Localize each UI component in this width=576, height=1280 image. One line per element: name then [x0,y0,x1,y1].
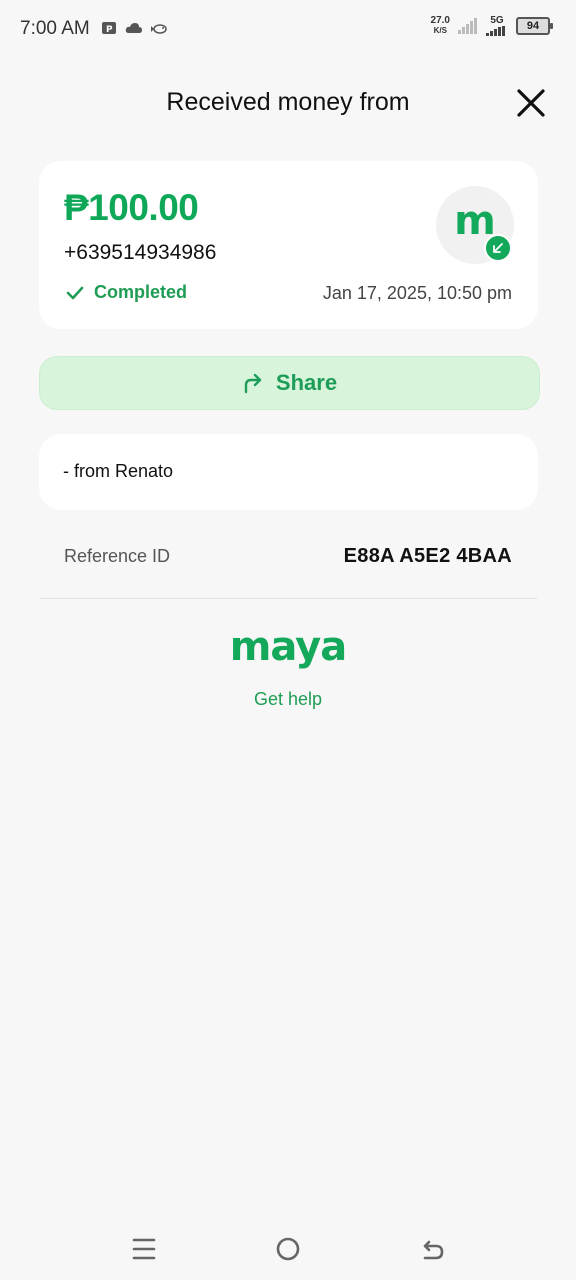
cloud-icon [125,23,142,33]
message-card: - from Renato [39,434,538,510]
signal-icon [458,18,477,34]
divider [40,598,537,599]
incoming-badge [484,234,512,262]
check-icon [66,286,84,299]
amount: ₱100.00 [64,187,199,228]
page-title: Received money from [166,88,410,116]
network-5g: 5G [486,16,508,36]
network-label: 5G [490,15,504,26]
reference-id-value: E88A A5E2 4BAA [343,545,512,567]
avatar-letter: m [454,198,496,244]
signal-5g-icon [486,26,505,36]
home-circle-icon [276,1237,300,1261]
transaction-datetime: Jan 17, 2025, 10:50 pm [322,283,512,303]
get-help-link[interactable]: Get help [0,689,576,710]
net-speed: 27.0 K/S [431,16,450,36]
share-button[interactable]: Share [39,356,540,410]
maya-avatar: m [436,186,514,264]
message-text: - from Renato [63,461,174,481]
battery-icon: 94 [516,17,553,35]
status-badge: Completed [66,282,187,303]
close-button[interactable] [514,86,548,120]
sender-phone: +639514934986 [64,241,217,264]
back-button[interactable] [417,1234,447,1264]
recent-apps-button[interactable] [129,1234,159,1264]
fish-icon [151,24,167,34]
status-label: Completed [94,282,188,302]
maya-logo-text: maya [229,624,348,670]
close-icon [517,89,545,117]
arrow-down-left-icon [493,243,503,253]
svg-text:P: P [106,25,113,35]
share-icon [244,373,262,394]
reference-id-label: Reference ID [64,546,171,566]
status-time: 7:00 AM [20,18,90,39]
net-speed-value: 27.0 [430,15,450,26]
system-nav-bar [0,1220,576,1280]
maya-logo: maya [0,624,576,670]
transaction-card: ₱100.00 +639514934986 Completed Jan 17, … [39,161,538,329]
powerpoint-icon: P [102,22,116,35]
home-button[interactable] [273,1234,303,1264]
net-speed-unit: K/S [433,26,447,35]
back-icon [423,1240,444,1260]
notification-icons: P [101,20,169,36]
status-bar: 7:00 AM P 27.0 K/S 5G 94 [0,0,576,60]
share-label: Share [275,370,338,395]
status-right: 27.0 K/S 5G 94 [431,16,553,36]
menu-icon [132,1238,156,1260]
